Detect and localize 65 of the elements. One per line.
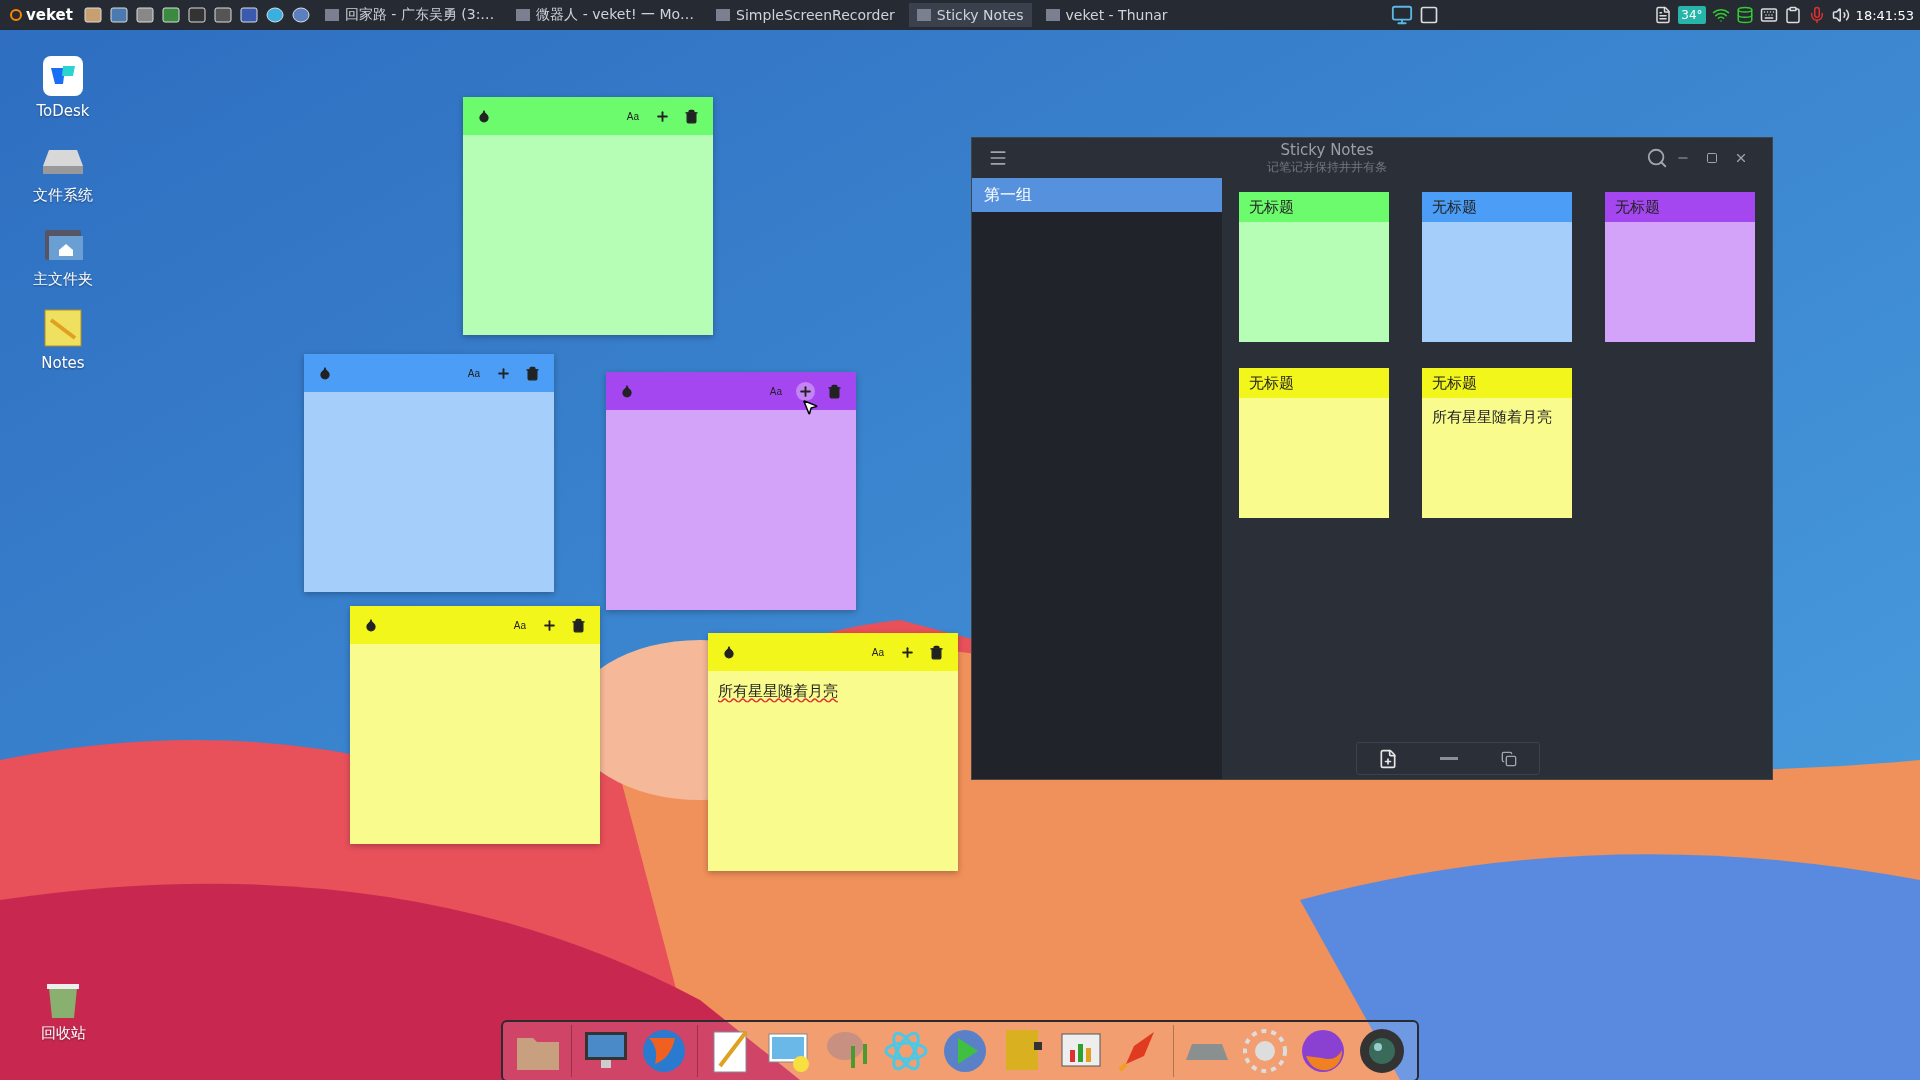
delete-icon[interactable] — [525, 365, 540, 381]
clock[interactable]: 18:41:53 — [1855, 7, 1914, 23]
desktop-icon-label[interactable]: Notes — [41, 354, 85, 372]
desktop-icon-label[interactable]: 回收站 — [40, 1024, 86, 1043]
note-card-title[interactable]: 无标题 — [1239, 192, 1389, 222]
minus-icon — [1440, 757, 1459, 760]
note-card-title[interactable]: 无标题 — [1605, 192, 1755, 222]
mouse-cursor-icon — [801, 398, 819, 416]
menu-logo-icon — [10, 9, 22, 21]
note-card-title[interactable]: 无标题 — [1422, 368, 1572, 398]
add-note-button[interactable] — [796, 381, 815, 401]
taskbar-button[interactable]: 回家路 - 广东吴勇 (3:… — [316, 2, 503, 28]
database-icon[interactable] — [1735, 6, 1754, 24]
search-icon[interactable] — [1646, 147, 1668, 169]
desktop-icon-label[interactable]: 主文件夹 — [33, 270, 93, 289]
clipboard-icon[interactable] — [1783, 6, 1802, 24]
color-drop-icon[interactable] — [722, 645, 736, 659]
window-icon[interactable] — [1418, 5, 1439, 25]
plus-icon — [655, 108, 670, 124]
desktop-icon-label[interactable]: ToDesk — [36, 102, 90, 120]
plus-icon — [798, 383, 813, 399]
desktop-icon-label[interactable]: 文件系统 — [33, 186, 93, 205]
delete-icon[interactable] — [929, 644, 944, 660]
window-subtitle: 记笔记并保持井井有条 — [1267, 158, 1387, 176]
window-icon — [324, 9, 339, 21]
window-icon — [716, 9, 731, 21]
close-icon — [1734, 151, 1748, 165]
font-button[interactable]: Aa — [767, 383, 784, 399]
window-icon — [1045, 9, 1060, 21]
plus-icon — [900, 644, 915, 660]
font-button[interactable]: Aa — [465, 365, 482, 381]
temperature-badge: 34° — [1678, 6, 1706, 24]
keyboard-icon[interactable] — [1759, 6, 1778, 24]
remote-desktop-icon[interactable] — [41, 54, 85, 98]
menu-icon[interactable] — [988, 148, 1008, 168]
font-button[interactable]: Aa — [869, 644, 886, 660]
taskbar-button[interactable]: 微器人 - veket! 一 Mo… — [508, 2, 703, 28]
maximize-icon — [1706, 152, 1718, 164]
delete-icon[interactable] — [684, 108, 699, 124]
delete-icon[interactable] — [571, 617, 586, 633]
window-icon — [916, 9, 931, 21]
font-button[interactable]: Aa — [511, 617, 528, 633]
application-menu-button[interactable]: veket — [6, 6, 77, 24]
taskbar-button[interactable]: Sticky Notes — [908, 3, 1032, 27]
color-drop-icon[interactable] — [318, 366, 332, 380]
note-body[interactable]: 所有星星随着月亮 — [708, 671, 958, 871]
color-drop-icon[interactable] — [620, 384, 634, 398]
color-drop-icon[interactable] — [477, 109, 491, 123]
document-icon[interactable] — [1654, 6, 1673, 24]
color-drop-icon[interactable] — [364, 618, 378, 632]
taskbar-button[interactable]: veket - Thunar — [1037, 3, 1176, 27]
wifi-icon[interactable] — [1711, 6, 1730, 24]
notepad-icon[interactable] — [41, 306, 85, 350]
note-card-body[interactable]: 所有星星随着月亮 — [1422, 398, 1572, 518]
taskbar-button[interactable]: SimpleScreenRecorder — [708, 3, 903, 27]
volume-icon[interactable] — [1831, 6, 1850, 24]
note-card-title[interactable]: 无标题 — [1239, 368, 1389, 398]
plus-icon — [542, 617, 557, 633]
window-title: Sticky Notes — [1280, 140, 1374, 159]
note-text: 所有星星随着月亮 — [718, 682, 838, 700]
copy-icon — [1501, 750, 1518, 767]
plus-icon — [496, 365, 511, 381]
note-card-title[interactable]: 无标题 — [1422, 192, 1572, 222]
font-button[interactable]: Aa — [624, 108, 641, 124]
window-icon — [516, 9, 531, 21]
